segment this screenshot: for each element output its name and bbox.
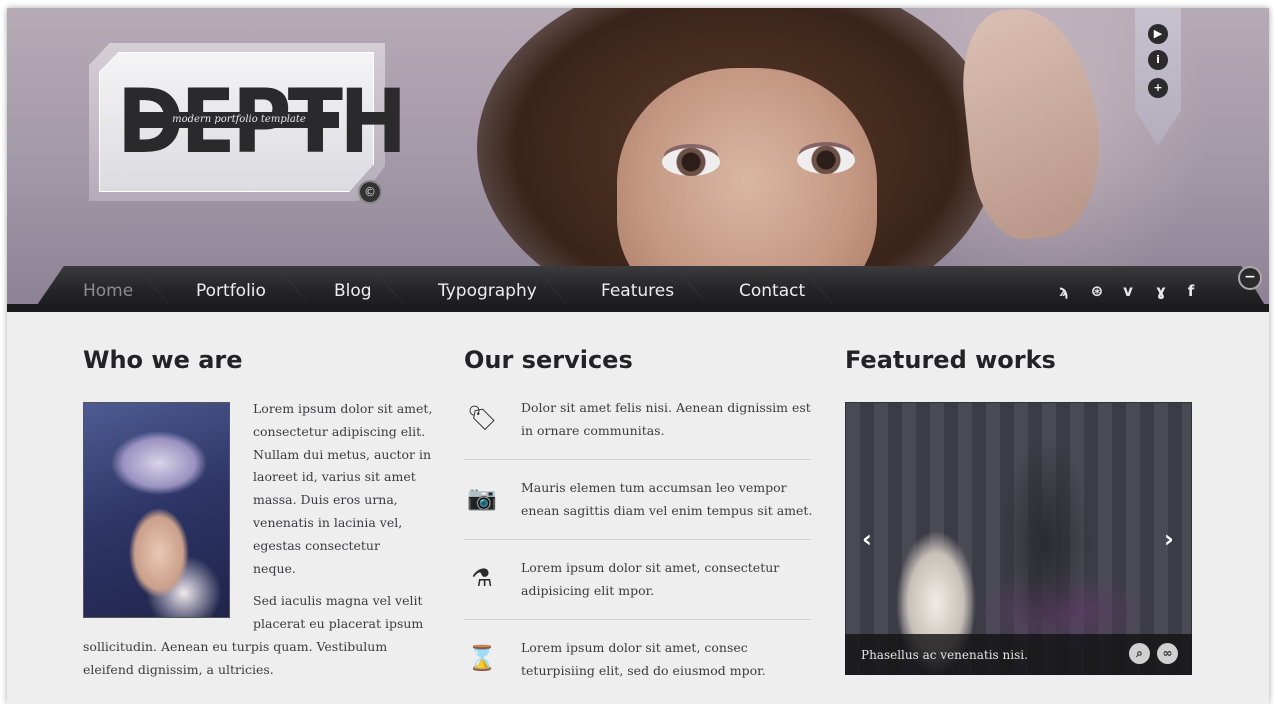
twitter-icon[interactable]: ɣ <box>1150 280 1172 302</box>
nav-item-home[interactable]: Home <box>83 278 133 304</box>
who-we-are-text-2: Sed iaculis magna vel velit placerat eu … <box>253 593 424 631</box>
featured-works-title: Featured works <box>845 346 1056 374</box>
featured-caption: Phasellus ac venenatis nisi. <box>861 648 1028 662</box>
logo-tagline: modern portfolio template <box>139 112 339 128</box>
our-services-title: Our services <box>464 346 633 374</box>
service-item: Lorem ipsum dolor sit amet, consectetur … <box>521 560 780 598</box>
flask-icon: ⚗ <box>471 564 493 592</box>
play-icon[interactable]: ▶ <box>1148 24 1168 44</box>
camera-icon: 📷 <box>467 484 497 512</box>
copyright-icon: © <box>360 182 380 202</box>
vimeo-icon[interactable]: v <box>1117 280 1139 302</box>
nav-item-portfolio[interactable]: Portfolio <box>196 278 266 304</box>
dribbble-icon[interactable]: ⊛ <box>1086 280 1108 302</box>
chevron-left-icon[interactable]: ‹ <box>857 527 877 551</box>
who-we-are-text: Lorem ipsum dolor sit amet, consectetur … <box>253 401 433 576</box>
collapse-icon[interactable]: − <box>1240 268 1260 288</box>
info-icon[interactable]: i <box>1148 50 1168 70</box>
rss-icon[interactable]: ϡ <box>1053 280 1075 302</box>
nav-item-features[interactable]: Features <box>601 278 674 304</box>
service-item: Lorem ipsum dolor sit amet, consec tetur… <box>521 640 766 678</box>
nav-item-contact[interactable]: Contact <box>739 278 805 304</box>
link-icon[interactable]: ∞ <box>1157 643 1178 664</box>
zoom-icon[interactable]: ⌕ <box>1129 643 1150 664</box>
chevron-right-icon[interactable]: › <box>1159 527 1179 551</box>
nav-item-typography[interactable]: Typography <box>438 278 537 304</box>
service-item: Mauris elemen tum accumsan leo vempor en… <box>521 480 813 518</box>
service-item: Dolor sit amet felis nisi. Aenean dignis… <box>521 400 811 438</box>
facebook-icon[interactable]: f <box>1180 280 1202 302</box>
price-tag-icon: 🏷 <box>467 404 498 432</box>
hourglass-icon: ⌛ <box>467 644 497 672</box>
who-we-are-title: Who we are <box>83 346 243 374</box>
nav-item-blog[interactable]: Blog <box>334 278 372 304</box>
plus-icon[interactable]: + <box>1148 78 1168 98</box>
page-frame: DEPTH modern portfolio template © ▶ i + … <box>7 8 1269 704</box>
who-we-are-image <box>83 402 230 618</box>
